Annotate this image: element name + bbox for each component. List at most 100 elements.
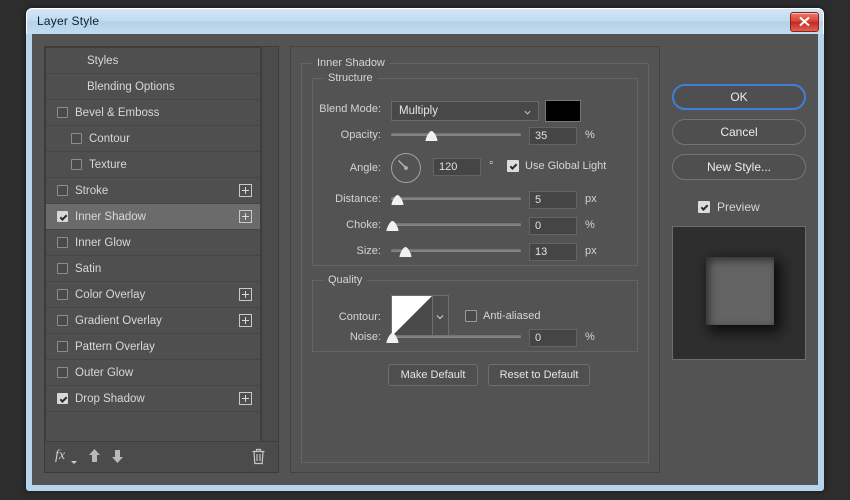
- trash-icon[interactable]: [251, 448, 266, 468]
- style-row-label: Blending Options: [87, 74, 175, 100]
- slider-track: [391, 133, 521, 136]
- style-enable-checkbox[interactable]: [71, 133, 82, 144]
- ok-button[interactable]: OK: [672, 84, 806, 110]
- add-effect-icon[interactable]: [239, 314, 252, 327]
- structure-legend: Structure: [323, 72, 378, 84]
- style-row-styles[interactable]: Styles: [46, 48, 260, 74]
- size-slider[interactable]: [391, 245, 521, 259]
- style-row-label: Gradient Overlay: [75, 308, 162, 334]
- choke-row: Choke: 0 %: [313, 217, 653, 237]
- style-row-inner-glow[interactable]: Inner Glow: [46, 230, 260, 256]
- choke-value: 0: [535, 220, 541, 232]
- style-row-inner-shadow[interactable]: Inner Shadow: [46, 204, 260, 230]
- add-effect-icon[interactable]: [239, 288, 252, 301]
- distance-slider[interactable]: [391, 193, 521, 207]
- angle-input[interactable]: 120: [433, 158, 481, 176]
- style-enable-checkbox[interactable]: [57, 107, 68, 118]
- opacity-value: 35: [535, 130, 547, 142]
- style-row-label: Pattern Overlay: [75, 334, 155, 360]
- choke-slider[interactable]: [391, 219, 521, 233]
- anti-aliased-checkbox[interactable]: [465, 310, 477, 322]
- choke-label: Choke:: [346, 219, 381, 231]
- style-row-outer-glow[interactable]: Outer Glow: [46, 360, 260, 386]
- style-row-pattern-overlay[interactable]: Pattern Overlay: [46, 334, 260, 360]
- blend-mode-row: Blend Mode: Multiply: [313, 101, 653, 121]
- style-enable-checkbox[interactable]: [57, 367, 68, 378]
- reset-to-default-button[interactable]: Reset to Default: [488, 364, 590, 386]
- structure-group: Structure Blend Mode: Multiply: [312, 78, 638, 266]
- title-bar[interactable]: Layer Style: [26, 8, 824, 34]
- style-row-label: Styles: [87, 48, 118, 74]
- style-enable-checkbox[interactable]: [57, 263, 68, 274]
- style-row-gradient-overlay[interactable]: Gradient Overlay: [46, 308, 260, 334]
- style-enable-checkbox[interactable]: [71, 159, 82, 170]
- choke-unit: %: [585, 219, 595, 231]
- noise-value: 0: [535, 332, 541, 344]
- size-label: Size:: [357, 245, 381, 257]
- style-row-color-overlay[interactable]: Color Overlay: [46, 282, 260, 308]
- fx-menu-icon[interactable]: fx: [55, 448, 65, 464]
- make-default-button[interactable]: Make Default: [388, 364, 478, 386]
- style-enable-checkbox[interactable]: [57, 211, 68, 222]
- style-row-stroke[interactable]: Stroke: [46, 178, 260, 204]
- style-row-drop-shadow[interactable]: Drop Shadow: [46, 386, 260, 412]
- angle-row: Angle: 120 ° Use Global Light: [313, 153, 653, 185]
- shadow-color-swatch[interactable]: [545, 100, 581, 122]
- noise-label: Noise:: [350, 331, 381, 343]
- quality-group: Quality Contour:: [312, 280, 638, 352]
- style-row-label: Inner Glow: [75, 230, 131, 256]
- quality-legend: Quality: [323, 274, 367, 286]
- style-enable-checkbox[interactable]: [57, 237, 68, 248]
- distance-unit: px: [585, 193, 597, 205]
- choke-input[interactable]: 0: [529, 217, 577, 235]
- style-row-texture[interactable]: Texture: [46, 152, 260, 178]
- angle-dial-icon[interactable]: [391, 153, 421, 183]
- close-icon[interactable]: [790, 12, 819, 32]
- size-input[interactable]: 13: [529, 243, 577, 261]
- trash-glyph: [251, 448, 266, 465]
- add-effect-icon[interactable]: [239, 184, 252, 197]
- distance-value: 5: [535, 194, 541, 206]
- slider-handle[interactable]: [386, 333, 399, 344]
- slider-handle[interactable]: [386, 221, 399, 232]
- style-row-label: Satin: [75, 256, 101, 282]
- window-title: Layer Style: [37, 14, 99, 28]
- opacity-slider[interactable]: [391, 129, 521, 143]
- style-enable-checkbox[interactable]: [57, 393, 68, 404]
- move-down-icon[interactable]: [110, 448, 125, 467]
- actions-panel: OK Cancel New Style... Preview: [672, 46, 808, 473]
- noise-input[interactable]: 0: [529, 329, 577, 347]
- style-row-blending-options[interactable]: Blending Options: [46, 74, 260, 100]
- new-style-button[interactable]: New Style...: [672, 154, 806, 180]
- cancel-button[interactable]: Cancel: [672, 119, 806, 145]
- preview-shape: [706, 257, 774, 325]
- styles-scrollbar[interactable]: [261, 47, 278, 442]
- layer-style-window: Layer Style StylesBlending OptionsBevel …: [26, 8, 824, 491]
- effect-title: Inner Shadow: [312, 57, 390, 69]
- style-row-contour[interactable]: Contour: [46, 126, 260, 152]
- styles-list[interactable]: StylesBlending OptionsBevel & EmbossCont…: [45, 47, 261, 442]
- preview-thumbnail: [672, 226, 806, 360]
- style-enable-checkbox[interactable]: [57, 289, 68, 300]
- distance-row: Distance: 5 px: [313, 191, 653, 211]
- style-row-label: Texture: [89, 152, 127, 178]
- use-global-light-checkbox[interactable]: [507, 160, 519, 172]
- style-enable-checkbox[interactable]: [57, 341, 68, 352]
- style-enable-checkbox[interactable]: [57, 315, 68, 326]
- distance-input[interactable]: 5: [529, 191, 577, 209]
- style-row-satin[interactable]: Satin: [46, 256, 260, 282]
- slider-handle[interactable]: [391, 195, 404, 206]
- angle-label: Angle:: [350, 162, 381, 174]
- opacity-input[interactable]: 35: [529, 127, 577, 145]
- styles-panel: StylesBlending OptionsBevel & EmbossCont…: [44, 46, 279, 473]
- preview-checkbox[interactable]: [698, 201, 710, 213]
- add-effect-icon[interactable]: [239, 392, 252, 405]
- style-enable-checkbox[interactable]: [57, 185, 68, 196]
- slider-handle[interactable]: [425, 131, 438, 142]
- blend-mode-select[interactable]: Multiply: [391, 101, 539, 121]
- style-row-bevel-emboss[interactable]: Bevel & Emboss: [46, 100, 260, 126]
- noise-slider[interactable]: [391, 331, 521, 345]
- add-effect-icon[interactable]: [239, 210, 252, 223]
- move-up-icon[interactable]: [87, 448, 102, 467]
- slider-handle[interactable]: [399, 247, 412, 258]
